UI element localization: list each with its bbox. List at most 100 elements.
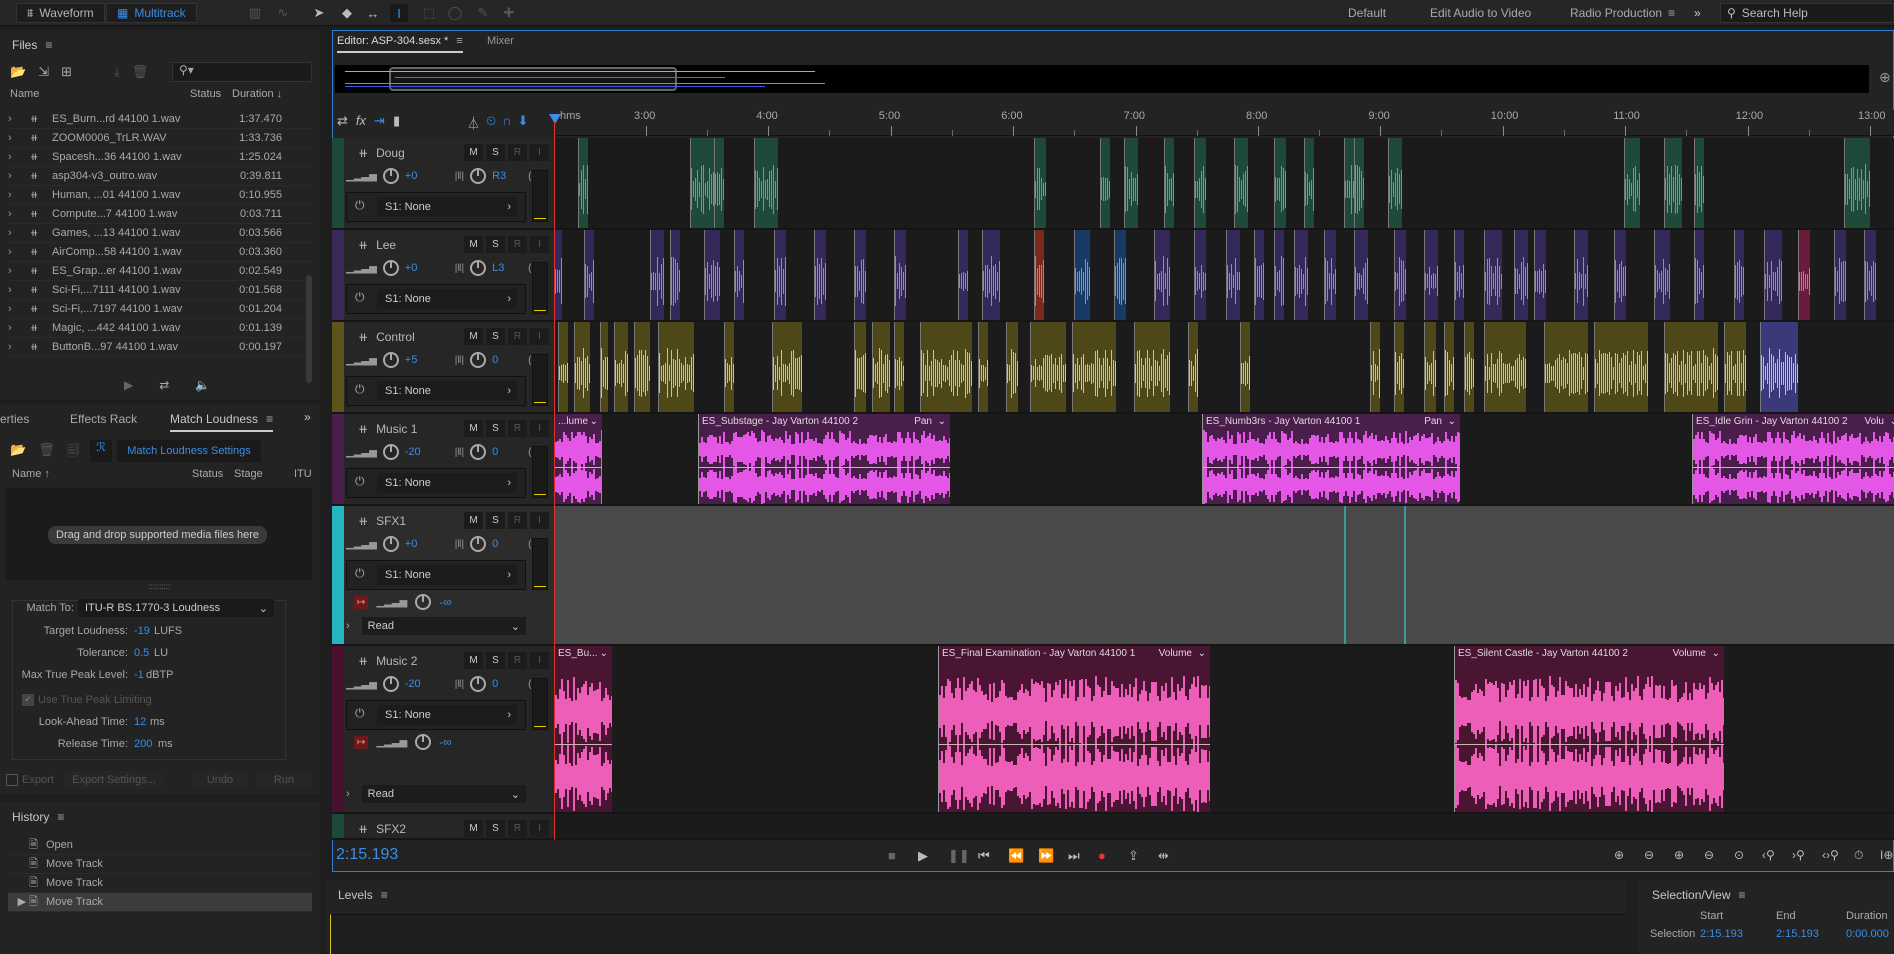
- send-dropdown[interactable]: S1: None ›: [377, 705, 517, 725]
- audio-clip[interactable]: [982, 230, 1000, 320]
- audio-clip[interactable]: [1624, 138, 1640, 228]
- track-control[interactable]: ⧺Control M S R I ▁▂▃▅ +5 |‖| 0 ((•)) ⏻ S…: [332, 322, 1894, 414]
- record-arm-button[interactable]: R: [508, 328, 527, 345]
- record-arm-button[interactable]: R: [508, 512, 527, 529]
- audio-clip[interactable]: [734, 230, 744, 320]
- chevron-right-icon[interactable]: ›: [8, 132, 30, 144]
- audio-clip[interactable]: [894, 230, 906, 320]
- send-dropdown[interactable]: S1: None ›: [377, 197, 517, 217]
- audio-clip[interactable]: [1188, 322, 1198, 412]
- power-icon[interactable]: ⏻: [355, 382, 365, 397]
- track-lee[interactable]: ⧺Lee M S R I ▁▂▃▅ +0 |‖| L3 ((•)) ⏻ S1: …: [332, 230, 1894, 322]
- audio-clip[interactable]: [1034, 230, 1044, 320]
- audio-clip[interactable]: [574, 322, 590, 412]
- loop-icon[interactable]: ⇄: [159, 378, 169, 392]
- monitor-input-button[interactable]: I: [530, 328, 549, 345]
- solo-button[interactable]: S: [486, 144, 505, 161]
- track-header[interactable]: ⧺Control M S R I ▁▂▃▅ +5 |‖| 0 ((•)) ⏻ S…: [332, 322, 554, 412]
- track-lane[interactable]: [554, 322, 1894, 412]
- file-list-item[interactable]: › ⧺ Spacesh...36 44100 1.wav 1:25.024: [8, 148, 312, 167]
- send-dropdown[interactable]: S1: None ›: [377, 565, 517, 585]
- file-list-item[interactable]: › ⧺ asp304-v3_outro.wav 0:39.811: [8, 167, 312, 186]
- match-loudness-tab[interactable]: Match Loudness ≡: [170, 412, 274, 432]
- tolerance-value[interactable]: 0.5: [134, 647, 149, 659]
- chevron-right-icon[interactable]: ›: [8, 208, 30, 220]
- track-name[interactable]: Doug: [376, 146, 405, 160]
- snap-icon[interactable]: ∩: [502, 113, 511, 132]
- audio-clip[interactable]: [1664, 138, 1682, 228]
- loudness-file-list[interactable]: Drag and drop supported media files here: [6, 488, 312, 580]
- file-list-item[interactable]: › ⧺ Sci-Fi,...7197 44100 1.wav 0:01.204: [8, 300, 312, 319]
- chevron-down-icon[interactable]: ⌄: [590, 416, 598, 427]
- audio-clip[interactable]: [1834, 230, 1846, 320]
- chevron-down-icon[interactable]: ⌄: [1198, 648, 1206, 659]
- audio-clip[interactable]: [814, 230, 826, 320]
- audio-clip[interactable]: [1074, 230, 1090, 320]
- power-icon[interactable]: ⏻: [355, 290, 365, 305]
- target-loudness-value[interactable]: -19: [134, 625, 150, 637]
- volume-value[interactable]: -20: [405, 446, 449, 458]
- spot-healing-icon[interactable]: ✚: [500, 4, 518, 22]
- skip-selection-icon[interactable]: ⇹: [1158, 848, 1169, 864]
- fast-forward-icon[interactable]: ⏩: [1038, 848, 1054, 864]
- razor-tool-icon[interactable]: ◆: [338, 4, 356, 22]
- audio-clip[interactable]: [1274, 230, 1284, 320]
- chevron-right-icon[interactable]: ›: [8, 170, 30, 182]
- audio-clip[interactable]: [1444, 322, 1454, 412]
- pan-value[interactable]: L3: [492, 262, 522, 274]
- panel-resize-handle[interactable]: ::::::::::: [148, 582, 170, 591]
- record-arm-button[interactable]: R: [508, 236, 527, 253]
- record-arm-button[interactable]: R: [508, 144, 527, 161]
- chevron-down-icon[interactable]: ⌄: [600, 648, 608, 659]
- audio-clip[interactable]: [1164, 138, 1174, 228]
- volume-value[interactable]: +0: [405, 262, 449, 274]
- go-to-start-icon[interactable]: ⏮: [978, 848, 990, 864]
- audio-clip[interactable]: [614, 322, 628, 412]
- zoom-in-time-icon[interactable]: ⊕: [1674, 848, 1684, 862]
- metronome-icon[interactable]: ⏃: [467, 113, 480, 132]
- clear-icon[interactable]: 🗐: [67, 442, 80, 464]
- file-list-item[interactable]: › ⧺ Sci-Fi,...7111 44100 1.wav 0:01.568: [8, 281, 312, 300]
- selection-duration[interactable]: 0:00.000: [1846, 928, 1889, 940]
- power-icon[interactable]: ⏻: [355, 198, 365, 213]
- mute-button[interactable]: M: [464, 420, 483, 437]
- send-dropdown[interactable]: S1: None ›: [377, 381, 517, 401]
- meters-icon[interactable]: ▮: [393, 113, 400, 129]
- go-to-end-icon[interactable]: ⏭: [1068, 848, 1080, 864]
- audio-clip[interactable]: [1514, 230, 1528, 320]
- audio-clip[interactable]: ...lume ⌄: [554, 414, 602, 504]
- audio-clip[interactable]: [1424, 230, 1438, 320]
- history-item[interactable]: 🗎 Open: [8, 836, 312, 855]
- slip-tool-icon[interactable]: ↔: [364, 4, 382, 22]
- audio-clip[interactable]: ES_Substage - Jay Varton 44100 2 Pan ⌄: [698, 414, 950, 504]
- mute-button[interactable]: M: [464, 328, 483, 345]
- volume-value[interactable]: +0: [405, 538, 449, 550]
- track-lane[interactable]: [554, 814, 1894, 838]
- use-true-peak-limiting-checkbox[interactable]: ✓ Use True Peak Limiting: [22, 694, 152, 706]
- look-ahead-value[interactable]: 12: [134, 716, 146, 728]
- lasso-tool-icon[interactable]: ◯: [446, 4, 464, 22]
- track-header[interactable]: ⧺ SFX2 M S R I: [332, 814, 554, 838]
- audio-clip[interactable]: [1294, 230, 1308, 320]
- audio-clip[interactable]: [1240, 322, 1250, 412]
- track-doug[interactable]: ⧺Doug M S R I ▁▂▃▅ +0 |‖| R3 ((•)) ⏻ S1:…: [332, 138, 1894, 230]
- overview-bar[interactable]: [335, 65, 1869, 93]
- file-list-item[interactable]: › ⧺ Magic, ...442 44100 1.wav 0:01.139: [8, 319, 312, 338]
- audio-clip[interactable]: [724, 322, 734, 412]
- file-list-item[interactable]: › ⧺ ES_Grap...er 44100 1.wav 0:02.549: [8, 262, 312, 281]
- solo-button[interactable]: S: [486, 328, 505, 345]
- delete-icon[interactable]: 🗑: [38, 442, 55, 464]
- audio-clip[interactable]: [1424, 322, 1436, 412]
- name-column-header[interactable]: Name ↑: [12, 468, 50, 480]
- properties-tab[interactable]: erties: [0, 412, 29, 426]
- effects-rack-tab[interactable]: Effects Rack: [70, 412, 137, 426]
- playhead-handle[interactable]: [549, 114, 561, 124]
- audio-clip[interactable]: [1864, 230, 1876, 320]
- undo-button[interactable]: Undo: [192, 771, 248, 789]
- audio-clip[interactable]: [1006, 322, 1018, 412]
- run-button[interactable]: Run: [256, 771, 312, 789]
- record-arm-button[interactable]: R: [508, 420, 527, 437]
- file-list-item[interactable]: › ⧺ Games, ...13 44100 1.wav 0:03.566: [8, 224, 312, 243]
- pause-icon[interactable]: ❚❚: [948, 848, 970, 864]
- sfx-clip-marker[interactable]: [1404, 506, 1406, 644]
